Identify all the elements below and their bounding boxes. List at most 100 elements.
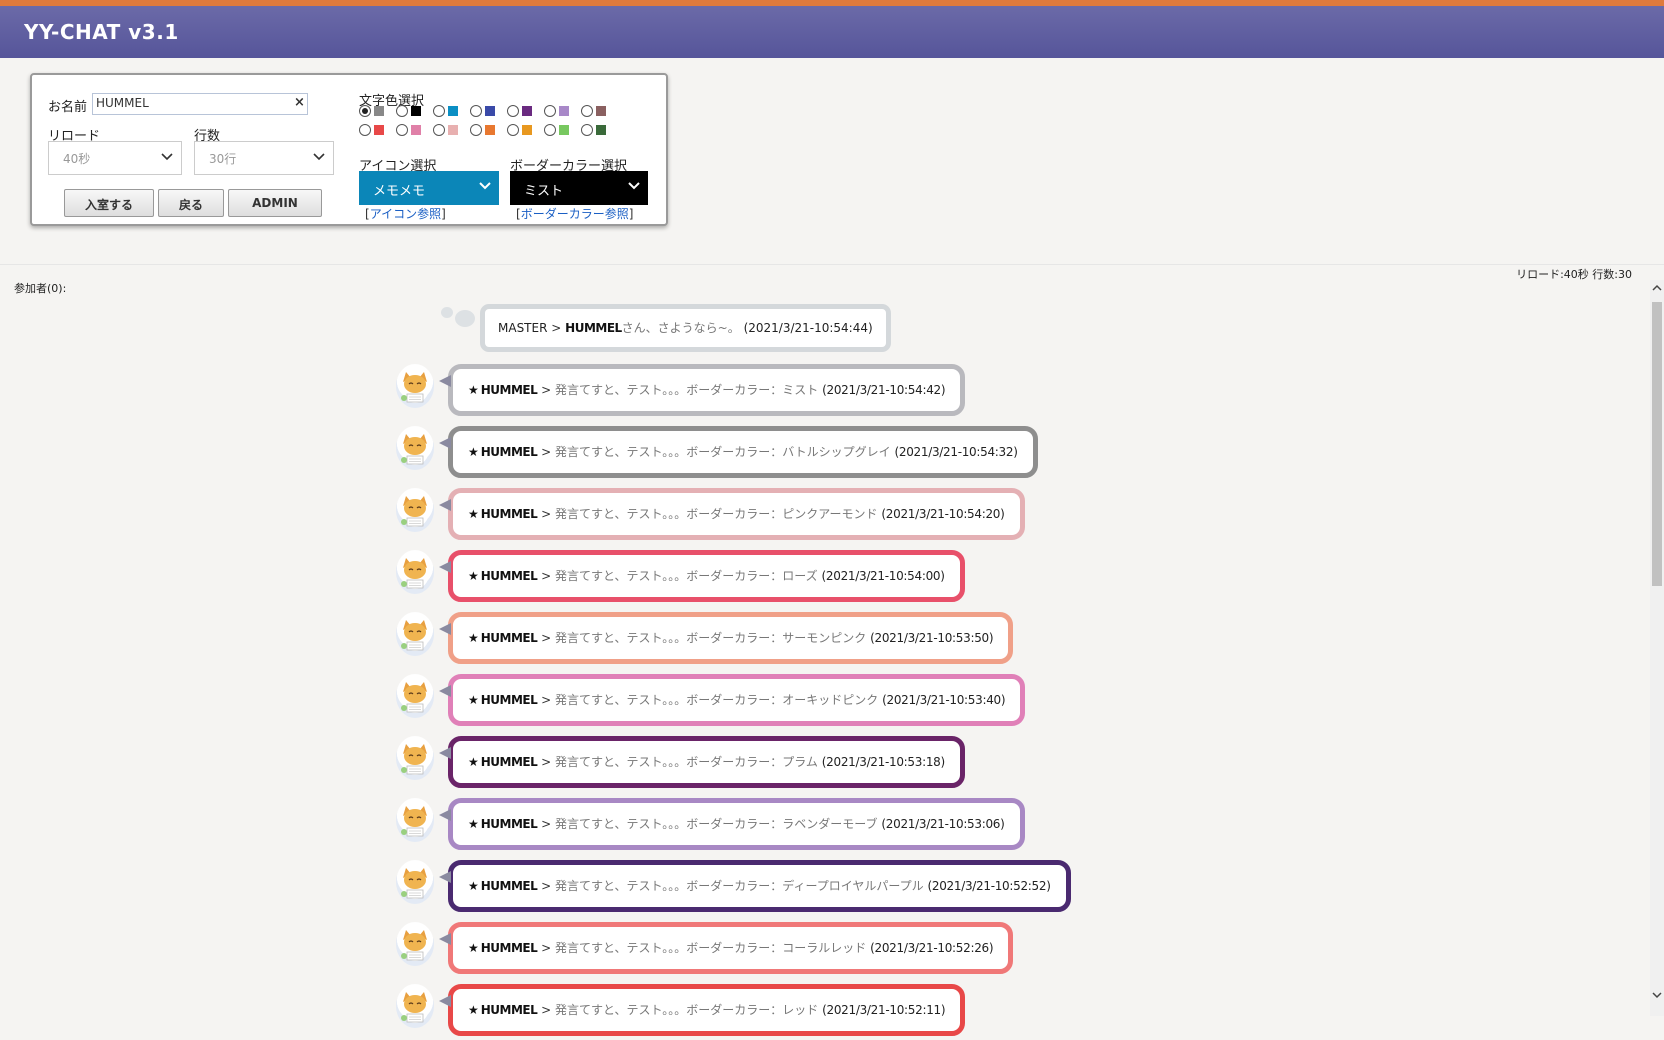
radio-button[interactable] bbox=[396, 105, 408, 117]
separator: > bbox=[541, 383, 552, 397]
message-bubble: ★ HUMMEL > 発言てすと、テスト。。。ボーダーカラー：ピンクアーモンド (… bbox=[439, 488, 1025, 540]
text-color-option[interactable] bbox=[396, 105, 430, 119]
star-icon: ★ bbox=[468, 569, 479, 583]
message-time: (2021/3/21-10:54:32) bbox=[894, 445, 1018, 459]
radio-button[interactable] bbox=[544, 124, 556, 136]
border-color-reference-link[interactable]: [ボーダーカラー参照] bbox=[516, 205, 633, 222]
back-button[interactable]: 戻る bbox=[158, 189, 224, 217]
radio-button[interactable] bbox=[433, 105, 445, 117]
avatar-icon bbox=[396, 860, 434, 904]
message-text: 発言てすと、テスト。。。ボーダーカラー：オーキッドピンク bbox=[555, 693, 879, 707]
star-icon: ★ bbox=[468, 941, 479, 955]
avatar-icon bbox=[396, 798, 434, 842]
radio-button[interactable] bbox=[507, 105, 519, 117]
message-author: HUMMEL bbox=[480, 941, 538, 955]
icon-reference-link[interactable]: [アイコン参照] bbox=[365, 205, 446, 222]
text-color-option[interactable] bbox=[359, 124, 393, 138]
message-bubble: ★ HUMMEL > 発言てすと、テスト。。。ボーダーカラー：ディープロイヤルパー… bbox=[439, 860, 1071, 912]
text-color-option[interactable] bbox=[507, 105, 541, 119]
admin-button[interactable]: ADMIN bbox=[228, 189, 322, 217]
text-color-option[interactable] bbox=[544, 124, 578, 138]
text-color-option[interactable] bbox=[581, 105, 615, 119]
text-color-option[interactable] bbox=[544, 105, 578, 119]
message-time: (2021/3/21-10:54:42) bbox=[822, 383, 946, 397]
message-bubble: ★ HUMMEL > 発言てすと、テスト。。。ボーダーカラー：バトルシップグレイ … bbox=[439, 426, 1038, 478]
color-chip bbox=[559, 106, 569, 116]
chat-message: ★ HUMMEL > 発言てすと、テスト。。。ボーダーカラー：バトルシップグレイ … bbox=[0, 426, 1640, 482]
message-time: (2021/3/21-10:52:26) bbox=[870, 941, 994, 955]
radio-button[interactable] bbox=[470, 124, 482, 136]
avatar-icon bbox=[396, 984, 434, 1028]
star-icon: ★ bbox=[468, 631, 479, 645]
chat-message: ★ HUMMEL > 発言てすと、テスト。。。ボーダーカラー：ラベンダーモーブ (… bbox=[0, 798, 1640, 854]
separator: > bbox=[541, 1003, 552, 1017]
color-chip bbox=[596, 106, 606, 116]
message-author: HUMMEL bbox=[480, 631, 538, 645]
color-chip bbox=[411, 125, 421, 135]
scrollbar-thumb[interactable] bbox=[1652, 302, 1662, 586]
color-chip bbox=[448, 106, 458, 116]
message-author: HUMMEL bbox=[480, 817, 538, 831]
radio-button[interactable] bbox=[359, 105, 371, 117]
avatar-icon bbox=[396, 426, 434, 470]
lines-select-value: 30行 bbox=[209, 152, 237, 166]
separator: > bbox=[541, 445, 552, 459]
title-bar: YY-CHAT v3.1 bbox=[0, 0, 1664, 58]
color-chip bbox=[485, 106, 495, 116]
scroll-down-icon[interactable] bbox=[1652, 990, 1662, 1000]
clear-icon[interactable]: × bbox=[294, 95, 305, 110]
color-chip bbox=[485, 125, 495, 135]
master-message-time: (2021/3/21-10:54:44) bbox=[743, 321, 873, 335]
radio-button[interactable] bbox=[470, 105, 482, 117]
radio-button[interactable] bbox=[433, 124, 445, 136]
icon-select[interactable]: メモメモ bbox=[359, 171, 499, 205]
message-bubble: ★ HUMMEL > 発言てすと、テスト。。。ボーダーカラー：レッド (2021/… bbox=[438, 984, 966, 1036]
chat-message: ★ HUMMEL > 発言てすと、テスト。。。ボーダーカラー：レッド (2021/… bbox=[0, 984, 1640, 1040]
message-text: 発言てすと、テスト。。。ボーダーカラー：コーラルレッド bbox=[555, 941, 867, 955]
message-time: (2021/3/21-10:52:52) bbox=[927, 879, 1051, 893]
separator: > bbox=[541, 693, 552, 707]
lines-select[interactable]: 30行 bbox=[194, 141, 334, 175]
chevron-down-icon bbox=[313, 153, 325, 161]
message-text: 発言てすと、テスト。。。ボーダーカラー：バトルシップグレイ bbox=[555, 445, 891, 459]
text-color-option[interactable] bbox=[470, 105, 504, 119]
radio-button[interactable] bbox=[544, 105, 556, 117]
text-color-option[interactable] bbox=[359, 105, 393, 119]
message-author: HUMMEL bbox=[480, 1003, 538, 1017]
master-message: MASTER > HUMMELさん、さようなら~。 (2021/3/21-10:… bbox=[480, 304, 891, 352]
message-time: (2021/3/21-10:53:40) bbox=[882, 693, 1006, 707]
message-bubble: ★ HUMMEL > 発言てすと、テスト。。。ボーダーカラー：ラベンダーモーブ (… bbox=[439, 798, 1025, 850]
radio-button[interactable] bbox=[581, 105, 593, 117]
separator: > bbox=[541, 941, 552, 955]
scroll-up-icon[interactable] bbox=[1652, 283, 1662, 293]
message-text: 発言てすと、テスト。。。ボーダーカラー：ディープロイヤルパープル bbox=[555, 879, 924, 893]
text-color-option[interactable] bbox=[581, 124, 615, 138]
enter-button[interactable]: 入室する bbox=[64, 189, 154, 217]
text-color-option[interactable] bbox=[396, 124, 430, 138]
avatar-icon bbox=[396, 550, 434, 594]
message-text: 発言てすと、テスト。。。ボーダーカラー：ローズ bbox=[555, 569, 818, 583]
color-chip bbox=[596, 125, 606, 135]
master-target-name: HUMMEL bbox=[565, 321, 622, 335]
text-color-option[interactable] bbox=[433, 124, 467, 138]
border-color-select-value: ミスト bbox=[524, 184, 564, 199]
text-color-option[interactable] bbox=[433, 105, 467, 119]
radio-button[interactable] bbox=[396, 124, 408, 136]
star-icon: ★ bbox=[468, 693, 479, 707]
chat-message: ★ HUMMEL > 発言てすと、テスト。。。ボーダーカラー：サーモンピンク (2… bbox=[0, 612, 1640, 668]
border-color-select[interactable]: ミスト bbox=[510, 171, 648, 205]
radio-button[interactable] bbox=[581, 124, 593, 136]
avatar-icon bbox=[396, 488, 434, 532]
text-color-option[interactable] bbox=[507, 124, 541, 138]
name-input[interactable]: HUMMEL bbox=[92, 93, 308, 115]
message-bubble: ★ HUMMEL > 発言てすと、テスト。。。ボーダーカラー：コーラルレッド (2… bbox=[438, 922, 1014, 974]
radio-button[interactable] bbox=[507, 124, 519, 136]
reload-select[interactable]: 40秒 bbox=[48, 141, 182, 175]
radio-button[interactable] bbox=[359, 124, 371, 136]
participants-count: 参加者(0): bbox=[14, 282, 67, 295]
chevron-down-icon bbox=[479, 182, 491, 190]
color-chip bbox=[448, 125, 458, 135]
text-color-option[interactable] bbox=[470, 124, 504, 138]
avatar-icon bbox=[396, 922, 434, 966]
color-chip bbox=[559, 125, 569, 135]
